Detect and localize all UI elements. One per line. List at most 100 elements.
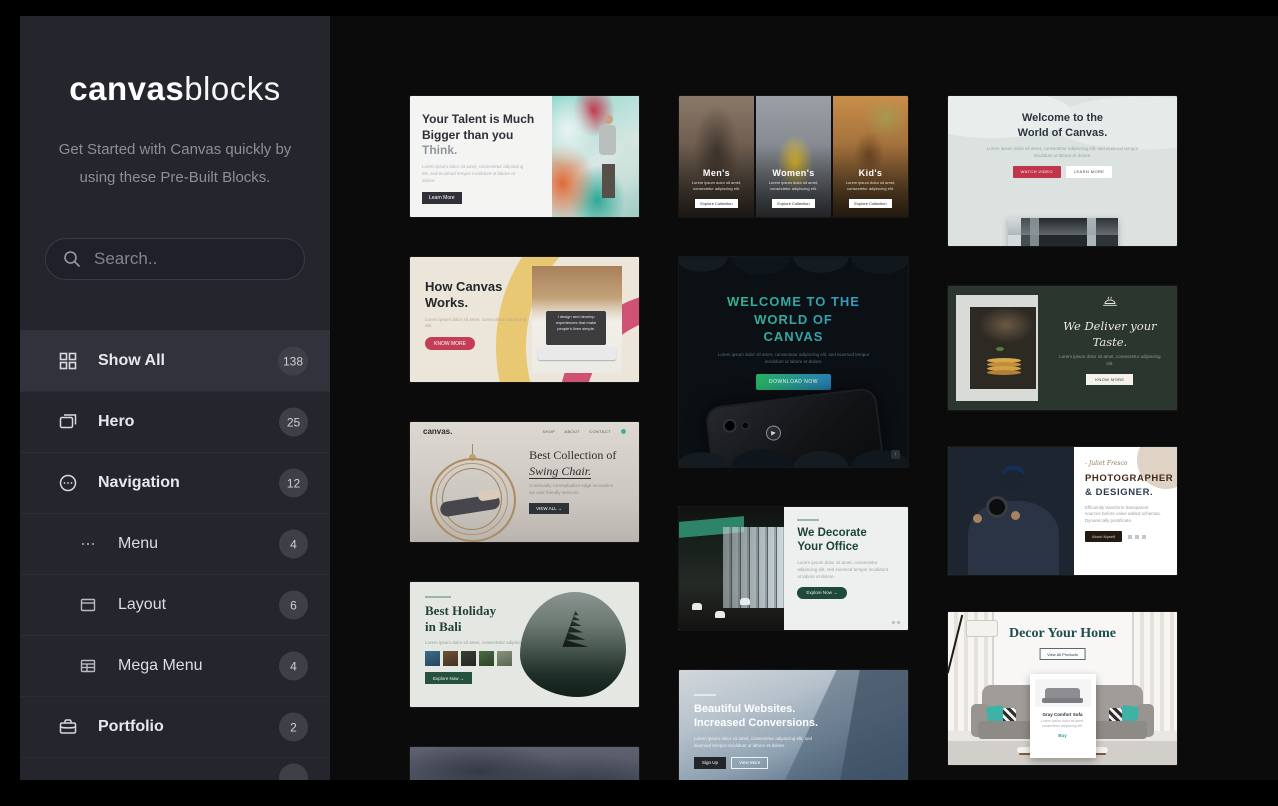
sidebar-item-hero[interactable]: Hero 25	[20, 392, 330, 453]
block-preview-beautiful-websites[interactable]: Beautiful Websites.Increased Conversions…	[679, 670, 908, 780]
block-preview-swing-chair[interactable]: canvas. SHOP ABOUT CONTACT Best Collecti…	[410, 422, 639, 542]
mini-logo: canvas.	[423, 427, 452, 436]
welcome-title: Welcome to theWorld of Canvas.	[948, 111, 1177, 141]
mens-title: Men's	[679, 168, 754, 178]
know-more-button: KNOW MORE	[1086, 374, 1133, 385]
welcome-body: Lorem ipsum dolor sit amet, consectetur …	[982, 146, 1142, 160]
product-card: Gray Comfort Sofa Lorem ipsum dolor sit …	[1030, 674, 1096, 758]
count-badge: 4	[279, 652, 308, 681]
app-logo: canvasblocks	[20, 70, 330, 108]
sidebar-item-layout[interactable]: Layout 6	[20, 575, 330, 636]
buy-link: Buy	[1035, 733, 1091, 738]
explore-collection-button: Explore Collection	[695, 199, 737, 208]
category-menu: Show All 138 Hero 25 Navigation 12	[20, 330, 330, 780]
learn-more-button: LEARN MORE	[1066, 166, 1112, 178]
pancakes-photo	[970, 307, 1036, 389]
tagline: Get Started with Canvas quickly by using…	[20, 136, 330, 192]
photographer-text-panel: - Juliet Fresco PHOTOGRAPHER& DESIGNER. …	[1074, 447, 1177, 575]
block-preview-decor-home[interactable]: Decor Your Home View All Products Gray C…	[948, 612, 1177, 765]
sign-up-button: Sign Up	[694, 757, 726, 769]
watch-video-button: WATCH VIDEO	[1013, 166, 1061, 178]
explore-now-button: Explore Now →	[797, 587, 846, 599]
sidebar-item-next-partial[interactable]	[20, 758, 330, 780]
hero-icon	[57, 412, 79, 432]
play-icon: ▶	[765, 425, 782, 442]
taste-text-panel: We Deliver yourTaste. Lorem ipsum dolor …	[1049, 296, 1171, 386]
talent-text-panel: Your Talent is Much Bigger than you Thin…	[410, 96, 552, 217]
block-preview-how-canvas-works[interactable]: I design and develop experiences that ma…	[410, 257, 639, 382]
pagination-dots	[892, 621, 900, 624]
talent-photo	[552, 96, 639, 217]
sidebar-item-label: Portfolio	[98, 718, 164, 736]
wave-decoration	[679, 443, 908, 467]
sidebar-item-label: Show All	[98, 352, 165, 370]
sidebar-item-label: Navigation	[98, 474, 180, 492]
how-title: How CanvasWorks.	[425, 279, 536, 312]
pagoda-silhouette	[562, 611, 588, 647]
taste-title: We Deliver yourTaste.	[1049, 318, 1171, 350]
explore-collection-button: Explore Collection	[849, 199, 891, 208]
womens-column: Women's Lorem ipsum dolor sit amet, cons…	[756, 96, 831, 217]
block-preview-storm-sky[interactable]	[410, 747, 639, 780]
websites-body: Lorem ipsum dolor sit amet, consectetur …	[694, 736, 829, 750]
mini-nav-links: SHOP ABOUT CONTACT	[542, 429, 611, 434]
bali-title: Best Holidayin Bali	[425, 603, 540, 636]
womens-title: Women's	[756, 168, 831, 178]
block-preview-deliver-taste[interactable]: We Deliver yourTaste. Lorem ipsum dolor …	[948, 286, 1177, 410]
block-preview-dark-canvas-app[interactable]: WELCOME TO THE WORLD OF CANVAS Lorem ips…	[679, 257, 908, 467]
phone-title: WELCOME TO THE WORLD OF CANVAS	[679, 293, 908, 346]
sidebar-item-label: Mega Menu	[118, 657, 203, 675]
block-preview-fashion-collections[interactable]: Men's Lorem ipsum dolor sit amet, consec…	[679, 96, 908, 217]
logo-bold: canvas	[69, 70, 184, 107]
search-box[interactable]	[45, 238, 305, 280]
eyebrow-decoration	[797, 519, 819, 521]
office-body: Lorem ipsum dolor sit amet, consectetur …	[797, 560, 890, 581]
count-badge: 138	[278, 347, 308, 376]
phone-body: Lorem ipsum dolor sit amet, consectetur …	[713, 352, 873, 366]
office-interior-photo	[1008, 218, 1118, 246]
download-now-button: DOWNLOAD NOW	[756, 374, 831, 390]
search-icon	[63, 250, 81, 268]
swing-text-panel: Best Collection ofSwing Chair. Continual…	[529, 448, 632, 515]
block-preview-photographer[interactable]: - Juliet Fresco PHOTOGRAPHER& DESIGNER. …	[948, 447, 1177, 575]
view-all-button: VIEW ALL →	[529, 503, 569, 514]
mens-caption: Lorem ipsum dolor sit amet, consectetur …	[679, 180, 754, 192]
cart-icon	[621, 429, 626, 434]
office-photo	[679, 507, 784, 630]
sidebar-item-navigation[interactable]: Navigation 12	[20, 453, 330, 514]
explore-now-button: Explore Now →	[425, 672, 472, 684]
search-input[interactable]	[92, 248, 287, 270]
navigation-icon	[57, 473, 79, 493]
view-more-button: View More	[731, 757, 768, 769]
block-preview-decorate-office[interactable]: We DecorateYour Office Lorem ipsum dolor…	[679, 507, 908, 630]
talent-body: Lorem ipsum dolor sit amet, consectetur …	[422, 164, 526, 185]
how-text-panel: How CanvasWorks. Lorem ipsum dolor sit a…	[410, 257, 536, 350]
block-preview-talent-hero[interactable]: Your Talent is Much Bigger than you Thin…	[410, 96, 639, 217]
wave-decoration	[679, 257, 908, 281]
menu-dots-icon	[77, 535, 99, 553]
block-preview-bali-holiday[interactable]: Best Holidayin Bali Lorem ipsum dolor si…	[410, 582, 639, 707]
sidebar-item-label: Menu	[118, 535, 158, 553]
count-badge: 2	[279, 713, 308, 742]
sidebar-item-show-all[interactable]: Show All 138	[20, 331, 330, 392]
count-badge: 6	[279, 591, 308, 620]
how-body: Lorem ipsum dolor sit amet, consectetur …	[425, 317, 527, 331]
eyebrow-decoration	[425, 596, 451, 598]
womens-caption: Lorem ipsum dolor sit amet, consectetur …	[756, 180, 831, 192]
sidebar-item-menu[interactable]: Menu 4	[20, 514, 330, 575]
office-title: We DecorateYour Office	[797, 526, 895, 555]
eyebrow-decoration	[694, 694, 716, 696]
product-description: Lorem ipsum dolor sit amet, consectetur …	[1035, 719, 1091, 730]
portfolio-icon	[57, 717, 79, 737]
sidebar-item-label: Layout	[118, 596, 166, 614]
sidebar-item-mega-menu[interactable]: Mega Menu 4	[20, 636, 330, 697]
photographer-photo	[948, 447, 1074, 575]
mega-menu-icon	[77, 657, 99, 675]
layout-icon	[77, 596, 99, 614]
block-preview-welcome-canvas[interactable]: Welcome to theWorld of Canvas. Lorem ips…	[948, 96, 1177, 246]
canvasblocks-app: canvasblocks Get Started with Canvas qui…	[0, 0, 1278, 806]
grid-icon	[57, 351, 79, 371]
laptop-screen-text: I design and develop experiences that ma…	[546, 311, 605, 345]
photographer-name: - Juliet Fresco	[1085, 460, 1166, 467]
sidebar-item-portfolio[interactable]: Portfolio 2	[20, 697, 330, 758]
